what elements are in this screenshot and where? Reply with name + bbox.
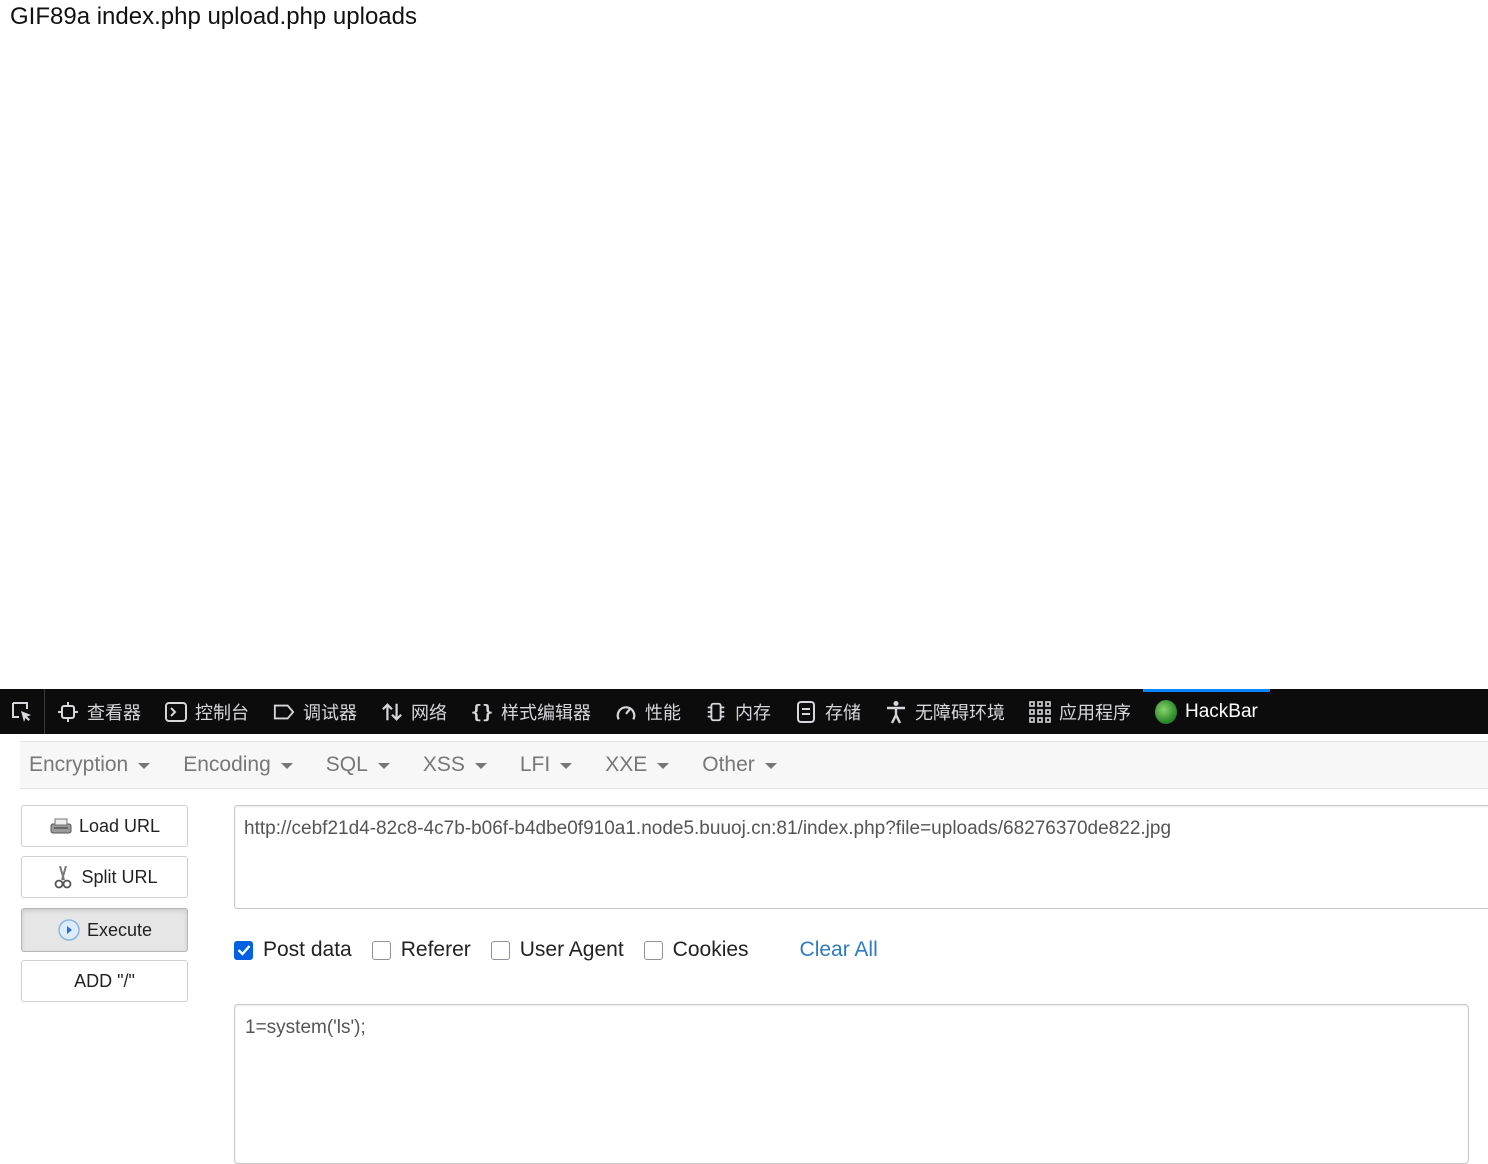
inspector-icon: [57, 701, 79, 723]
caret-down-icon: [280, 763, 293, 769]
user-agent-option[interactable]: User Agent: [490, 938, 624, 962]
console-icon: [165, 701, 187, 723]
url-text: http://cebf21d4-82c8-4c7b-b06f-b4dbe0f91…: [244, 818, 1172, 839]
tab-label: 无障碍环境: [915, 702, 1005, 724]
menu-label: Other: [702, 753, 755, 776]
load-url-label: Load URL: [78, 815, 161, 836]
cookies-checkbox[interactable]: [643, 940, 663, 960]
devtools-toolbar: 查看器 控制台 调试器 网络 {} 样式编辑器 性能 内存 存储 无障碍环境 应…: [0, 689, 1488, 734]
option-label: User Agent: [519, 938, 624, 961]
tab-storage[interactable]: 存储: [783, 689, 873, 734]
url-input[interactable]: http://cebf21d4-82c8-4c7b-b06f-b4dbe0f91…: [234, 805, 1488, 909]
tab-label: 存储: [825, 702, 861, 724]
tab-application[interactable]: 应用程序: [1017, 689, 1143, 734]
menu-label: LFI: [519, 753, 551, 776]
hackbar-menu: Encryption Encoding SQL XSS LFI XXE Othe…: [20, 741, 1488, 789]
option-label: Post data: [263, 938, 352, 961]
tab-accessibility[interactable]: 无障碍环境: [873, 689, 1017, 734]
page-output-text: GIF89a index.php upload.php uploads: [10, 3, 417, 30]
tab-style-editor[interactable]: {} 样式编辑器: [459, 689, 603, 734]
tab-label: 查看器: [87, 702, 141, 724]
menu-encoding[interactable]: Encoding: [174, 753, 317, 777]
tab-label: HackBar: [1185, 700, 1258, 722]
performance-icon: [615, 701, 637, 723]
cookies-option[interactable]: Cookies: [643, 938, 749, 962]
referer-option[interactable]: Referer: [371, 938, 471, 962]
post-data-option[interactable]: Post data: [234, 938, 352, 962]
tab-memory[interactable]: 内存: [693, 689, 783, 734]
menu-xxe[interactable]: XXE: [596, 753, 693, 777]
tab-debugger[interactable]: 调试器: [261, 689, 369, 734]
post-data-input[interactable]: 1=system('ls');: [234, 1004, 1469, 1164]
memory-icon: [705, 701, 727, 723]
add-slash-label: ADD "/": [74, 970, 135, 991]
application-icon: [1029, 700, 1051, 723]
split-url-label: Split URL: [81, 866, 158, 887]
user-agent-checkbox[interactable]: [490, 940, 510, 960]
tab-label: 内存: [735, 702, 771, 724]
load-url-button[interactable]: Load URL: [21, 805, 188, 847]
debugger-icon: [273, 701, 295, 723]
menu-other[interactable]: Other: [693, 753, 801, 777]
caret-down-icon: [138, 763, 151, 769]
caret-down-icon: [377, 763, 390, 769]
tab-inspector[interactable]: 查看器: [45, 689, 153, 734]
post-data-text: 1=system('ls');: [245, 1017, 366, 1038]
clear-all-link[interactable]: Clear All: [800, 938, 878, 962]
menu-label: SQL: [325, 753, 368, 776]
hackbar-icon: [1155, 699, 1177, 724]
menu-label: Encoding: [183, 753, 271, 776]
execute-label: Execute: [86, 919, 153, 940]
menu-encryption[interactable]: Encryption: [20, 753, 174, 777]
tab-hackbar[interactable]: HackBar: [1143, 689, 1270, 734]
play-icon: [57, 918, 81, 942]
menu-label: Encryption: [29, 753, 129, 776]
option-label: Referer: [400, 938, 471, 961]
tab-label: 应用程序: [1059, 702, 1131, 724]
scissors-icon: [51, 865, 75, 889]
tab-performance[interactable]: 性能: [603, 689, 693, 734]
split-url-button[interactable]: Split URL: [21, 856, 188, 898]
caret-down-icon: [657, 763, 670, 769]
menu-label: XXE: [605, 753, 648, 776]
load-url-icon: [49, 814, 73, 838]
accessibility-icon: [885, 700, 907, 724]
menu-xss[interactable]: XSS: [414, 753, 511, 777]
menu-lfi[interactable]: LFI: [511, 753, 596, 777]
tab-label: 调试器: [303, 702, 357, 724]
storage-icon: [795, 700, 817, 723]
element-picker-button[interactable]: [0, 689, 45, 734]
menu-sql[interactable]: SQL: [317, 753, 414, 777]
tab-label: 样式编辑器: [501, 702, 591, 724]
checkmark-icon: [237, 945, 250, 956]
tab-label: 网络: [411, 702, 447, 724]
tab-label: 性能: [645, 702, 681, 724]
request-options: Post data Referer User Agent Cookies Cle…: [234, 934, 878, 966]
add-slash-button[interactable]: ADD "/": [21, 960, 188, 1002]
tab-network[interactable]: 网络: [369, 689, 459, 734]
network-icon: [381, 701, 403, 723]
caret-down-icon: [474, 763, 487, 769]
menu-label: XSS: [422, 753, 465, 776]
post-data-checkbox[interactable]: [234, 940, 253, 960]
option-label: Cookies: [672, 938, 749, 961]
caret-down-icon: [764, 763, 777, 769]
execute-button[interactable]: Execute: [21, 908, 188, 952]
tab-console[interactable]: 控制台: [153, 689, 261, 734]
tab-label: 控制台: [195, 702, 249, 724]
caret-down-icon: [560, 763, 573, 769]
element-picker-icon: [12, 701, 31, 722]
referer-checkbox[interactable]: [371, 940, 391, 960]
style-editor-icon: {}: [470, 700, 494, 723]
